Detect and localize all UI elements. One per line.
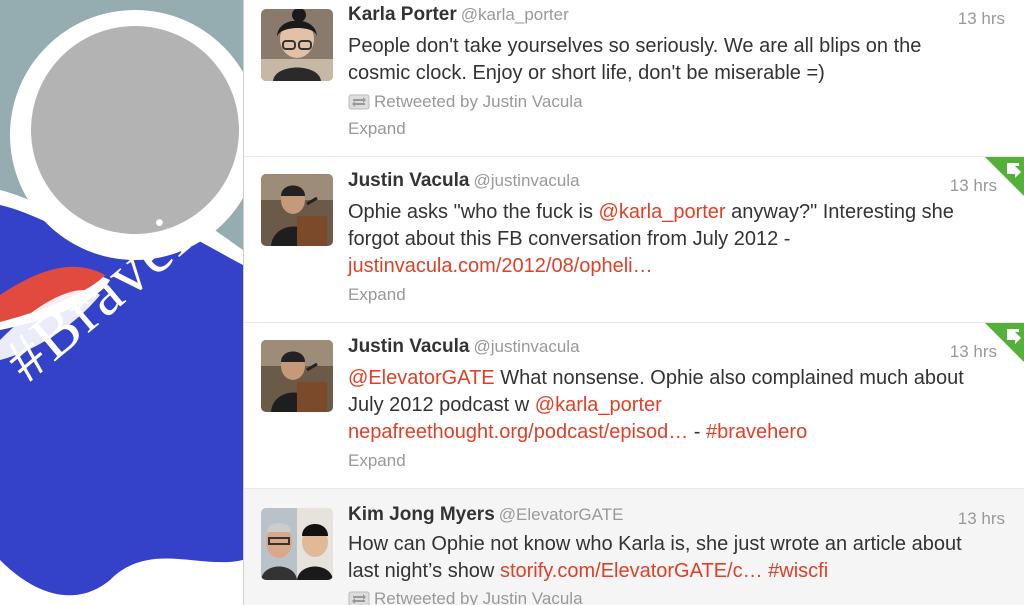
avatar[interactable]	[261, 9, 333, 81]
mention-link[interactable]: @karla_porter	[599, 201, 726, 223]
hashtag-link[interactable]: #wiscfi	[768, 560, 828, 582]
avatar[interactable]	[261, 508, 333, 580]
tweet-timestamp[interactable]: 13 hrs	[958, 9, 1005, 29]
tweet[interactable]: Kim Jong Myers @ElevatorGATE 13 hrs How c…	[244, 489, 1024, 605]
tweet-text: @ElevatorGATE What nonsense. Ophie also …	[348, 365, 968, 446]
retweeted-by[interactable]: Retweeted by Justin Vacula	[348, 92, 583, 115]
tweet-text: Ophie asks "who the fuck is @karla_porte…	[348, 199, 968, 280]
expand-link[interactable]: Expand	[348, 285, 406, 305]
url-link[interactable]: storify.com/ElevatorGATE/c…	[500, 560, 763, 582]
expand-link[interactable]: Expand	[348, 451, 406, 471]
profile-background: #Bravei	[0, 0, 243, 605]
url-link[interactable]: justinvacula.com/2012/08/opheli…	[348, 255, 653, 277]
favorite-corner-icon	[985, 323, 1024, 362]
retweet-icon	[348, 94, 370, 115]
tweet-author-handle[interactable]: @ElevatorGATE	[499, 505, 624, 524]
tweet-author-handle[interactable]: @justinvacula	[473, 337, 579, 356]
retweet-icon	[348, 591, 370, 605]
avatar[interactable]	[261, 340, 333, 412]
tweet[interactable]: Justin Vacula @justinvacula 13 hrs Ophie …	[244, 157, 1024, 323]
url-link[interactable]: nepafreethought.org/podcast/episod…	[348, 421, 688, 443]
expand-link[interactable]: Expand	[348, 119, 406, 139]
tweet-author-handle[interactable]: @karla_porter	[461, 5, 569, 24]
hashtag-link[interactable]: #bravehero	[706, 421, 807, 443]
tweet-author-handle[interactable]: @justinvacula	[473, 171, 579, 190]
tweet-text: How can Ophie not know who Karla is, she…	[348, 531, 968, 585]
retweeted-by-label: Retweeted by Justin Vacula	[374, 92, 583, 111]
tweet[interactable]: Justin Vacula @justinvacula 13 hrs @Eleva…	[244, 323, 1024, 489]
tweet-text-part: Ophie asks "who the fuck is	[348, 201, 599, 223]
tweet[interactable]: Karla Porter @karla_porter 13 hrs People …	[244, 0, 1024, 157]
tweet-timestamp[interactable]: 13 hrs	[958, 509, 1005, 529]
tweet-text-part: People don't take yourselves so seriousl…	[348, 35, 922, 84]
tweet-author-name[interactable]: Justin Vacula	[348, 170, 469, 191]
mention-link[interactable]: @ElevatorGATE	[348, 367, 495, 389]
mention-link[interactable]: @karla_porter	[535, 394, 662, 416]
tweet-text-part: -	[688, 421, 707, 443]
favorite-corner-icon	[985, 157, 1024, 196]
retweeted-by-label: Retweeted by Justin Vacula	[374, 589, 583, 605]
retweeted-by[interactable]: Retweeted by Justin Vacula	[348, 589, 583, 605]
avatar[interactable]	[261, 174, 333, 246]
tweet-author-name[interactable]: Justin Vacula	[348, 336, 469, 357]
tweet-author-name[interactable]: Karla Porter	[348, 4, 457, 25]
tweet-author-name[interactable]: Kim Jong Myers	[348, 504, 495, 525]
tweet-timeline: Karla Porter @karla_porter 13 hrs People …	[243, 0, 1024, 605]
tweet-text: People don't take yourselves so seriousl…	[348, 33, 968, 87]
